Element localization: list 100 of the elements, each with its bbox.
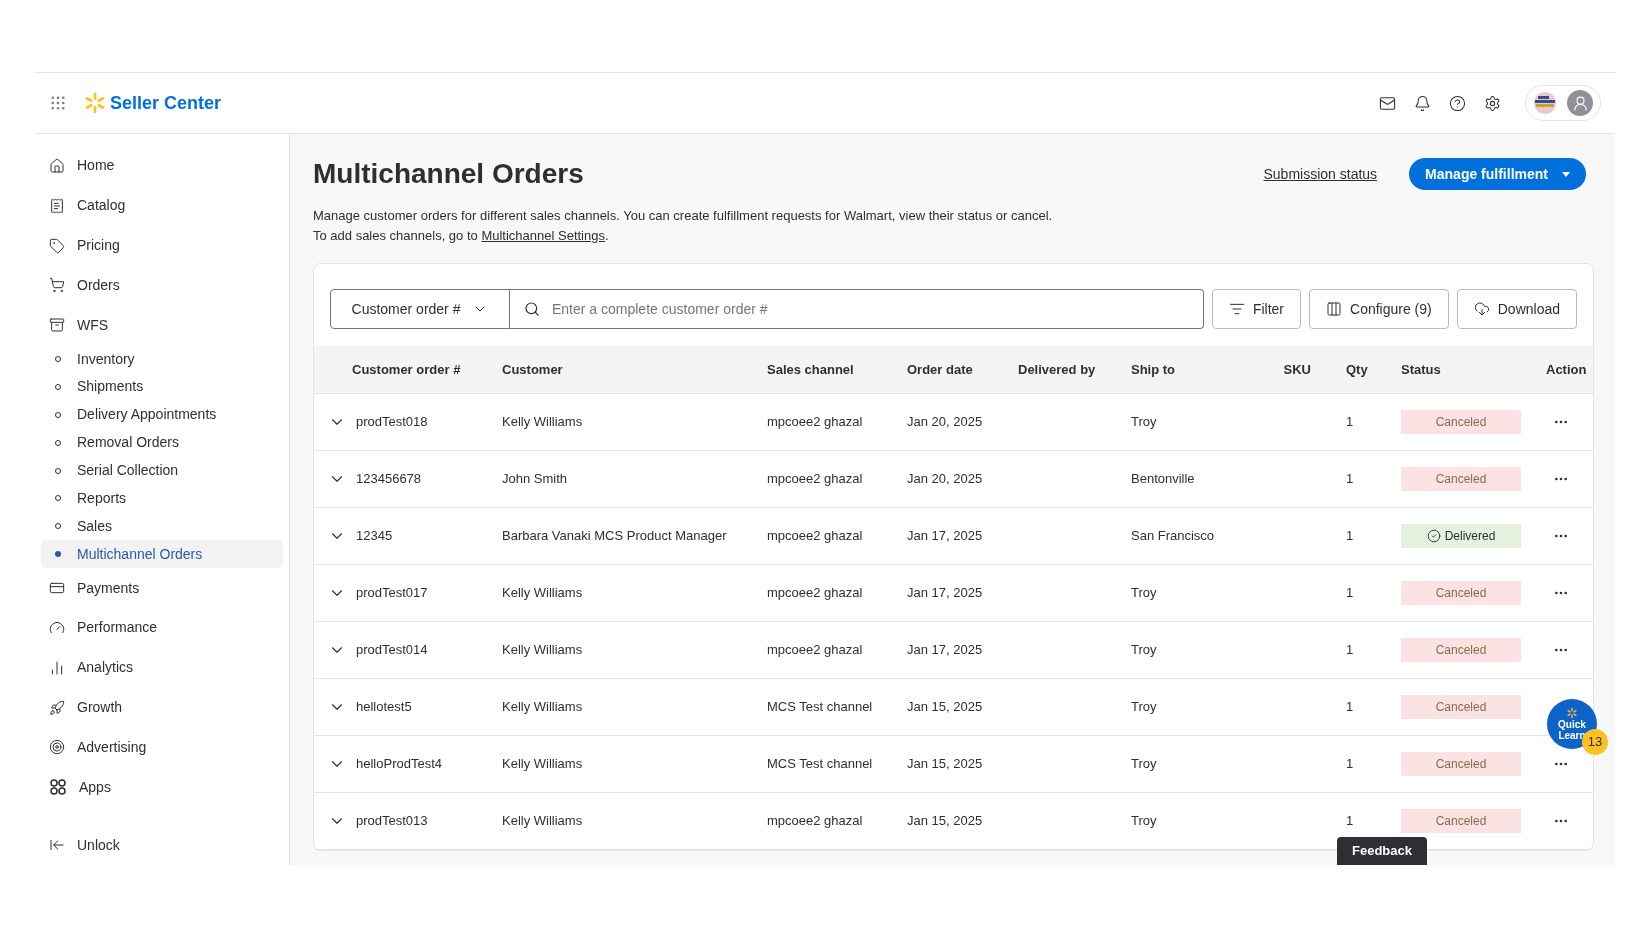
rocket-icon xyxy=(49,699,65,716)
table-cell: 1 xyxy=(1346,756,1354,772)
manage-fulfillment-button[interactable]: Manage fulfillment xyxy=(1409,158,1586,190)
table-cell: 1 xyxy=(1346,642,1354,658)
status-badge: Delivered xyxy=(1401,523,1521,548)
collapse-icon xyxy=(49,837,65,853)
settings-link[interactable]: Multichannel Settings xyxy=(481,228,605,243)
table-cell: MCS Test channel xyxy=(767,699,873,715)
sidebar-item[interactable]: Orders xyxy=(41,265,283,306)
table-cell: Jan 20, 2025 xyxy=(907,471,983,487)
table-cell: Troy xyxy=(1131,642,1157,658)
column-header: Qty xyxy=(1346,361,1368,377)
table-cell: 1 xyxy=(1346,528,1354,544)
sidebar-subitem[interactable]: Delivery Appointments xyxy=(41,400,283,429)
column-header: Action xyxy=(1546,361,1587,377)
apps-icon xyxy=(49,778,67,797)
bullet-icon xyxy=(55,551,61,558)
table-cell: Troy xyxy=(1131,756,1157,772)
table-cell: Kelly Williams xyxy=(502,585,583,601)
submission-status-link[interactable]: Submission status xyxy=(1263,163,1378,185)
mail-icon[interactable] xyxy=(1379,94,1396,112)
help-icon[interactable] xyxy=(1449,94,1466,112)
sidebar-item[interactable]: Catalog xyxy=(41,185,283,226)
table-cell: Jan 15, 2025 xyxy=(907,699,983,715)
table-cell: Jan 17, 2025 xyxy=(907,528,983,544)
sidebar-item[interactable]: Payments xyxy=(41,568,283,608)
table-cell: Kelly Williams xyxy=(502,756,583,772)
feedback-tab[interactable]: Feedback xyxy=(1337,837,1427,865)
status-badge: Canceled xyxy=(1401,809,1521,833)
status-badge: Canceled xyxy=(1401,695,1521,719)
toolbar-button[interactable]: Filter xyxy=(1211,289,1302,329)
table-cell: Kelly Williams xyxy=(502,642,583,658)
account-pill[interactable] xyxy=(1525,85,1601,121)
sidebar-subitem[interactable]: Inventory xyxy=(41,345,283,373)
table-cell: Troy xyxy=(1131,813,1157,829)
sidebar-subitem[interactable]: Removal Orders xyxy=(41,428,283,457)
table-cell: 1 xyxy=(1346,414,1354,430)
search-type-dropdown[interactable]: Customer order # xyxy=(330,289,510,329)
table-cell: San Francisco xyxy=(1131,528,1215,544)
table-cell: Troy xyxy=(1131,585,1157,601)
app-grid-icon[interactable] xyxy=(49,94,67,112)
table-cell: Jan 17, 2025 xyxy=(907,585,983,601)
sidebar-subitem[interactable]: Reports xyxy=(41,484,283,513)
sidebar-subitem[interactable]: Multichannel Orders xyxy=(41,540,283,569)
tag-icon xyxy=(49,237,65,254)
check-circle-icon xyxy=(1426,528,1441,543)
target-icon xyxy=(49,739,65,756)
table-cell: mpcoee2 ghazal xyxy=(767,585,863,601)
avatar-icon xyxy=(1567,90,1593,116)
table-cell: Barbara Vanaki MCS Product Manager xyxy=(502,528,727,544)
sidebar-item[interactable]: Growth xyxy=(41,687,283,728)
column-header: Sales channel xyxy=(767,361,854,377)
sidebar-subitem[interactable]: Serial Collection xyxy=(41,456,283,485)
table-cell-text: 123456678 xyxy=(356,470,422,489)
sidebar-item[interactable]: WFS xyxy=(41,305,283,346)
box-icon xyxy=(49,317,65,334)
cloud-download-icon xyxy=(1473,301,1490,317)
status-badge: Canceled xyxy=(1401,752,1521,776)
bar-chart-icon xyxy=(49,659,65,676)
settings-icon[interactable] xyxy=(1484,94,1501,112)
search-icon xyxy=(524,301,540,317)
status-badge: Canceled xyxy=(1401,467,1521,491)
sidebar-item[interactable]: Apps xyxy=(41,767,283,808)
column-header: Delivered by xyxy=(1018,361,1096,377)
page-title: Multichannel Orders xyxy=(313,157,584,191)
bell-icon[interactable] xyxy=(1414,94,1431,112)
table-cell: Jan 15, 2025 xyxy=(907,756,983,772)
flag-globe-icon xyxy=(1533,91,1557,115)
sidebar-item[interactable]: Analytics xyxy=(41,647,283,688)
table-cell-text: helloProdTest4 xyxy=(356,755,442,774)
sidebar-item[interactable]: Unlock xyxy=(41,825,283,865)
sidebar-subitem[interactable]: Sales xyxy=(41,512,283,541)
table-cell: Kelly Williams xyxy=(502,414,583,430)
toolbar-button[interactable]: Configure (9) xyxy=(1309,289,1449,329)
column-header: SKU xyxy=(1283,361,1311,377)
sidebar-item[interactable]: Performance xyxy=(41,607,283,648)
table-cell: John Smith xyxy=(502,471,568,487)
table-cell: Kelly Williams xyxy=(502,813,583,829)
list-icon xyxy=(49,197,65,214)
sidebar-item[interactable]: Pricing xyxy=(41,225,283,266)
toolbar-button[interactable]: Download xyxy=(1456,289,1577,329)
spark-logo-icon xyxy=(1566,707,1578,719)
brand-name[interactable]: Seller Center xyxy=(110,89,222,117)
table-cell: 1 xyxy=(1346,813,1354,829)
table-cell: mpcoee2 ghazal xyxy=(767,813,863,829)
table-cell: mpcoee2 ghazal xyxy=(767,642,863,658)
column-header: Ship to xyxy=(1131,361,1176,377)
table-cell-text: 12345 xyxy=(356,527,393,546)
status-badge: Canceled xyxy=(1401,410,1521,434)
table-cell-text: prodTest018 xyxy=(356,413,428,432)
sidebar-item[interactable]: Advertising xyxy=(41,727,283,768)
search-field[interactable]: Enter a complete customer order # xyxy=(510,289,1204,329)
settings-hint-text: To add sales channels, go to Multichannel Settings. xyxy=(313,227,610,245)
status-badge: Canceled xyxy=(1401,638,1521,662)
filter-icon xyxy=(1228,301,1245,317)
table-cell: Jan 17, 2025 xyxy=(907,642,983,658)
table-cell: Bentonville xyxy=(1131,471,1195,487)
caret-icon xyxy=(1562,171,1570,177)
sidebar-subitem[interactable]: Shipments xyxy=(41,373,283,401)
sidebar-item[interactable]: Home xyxy=(41,146,283,186)
